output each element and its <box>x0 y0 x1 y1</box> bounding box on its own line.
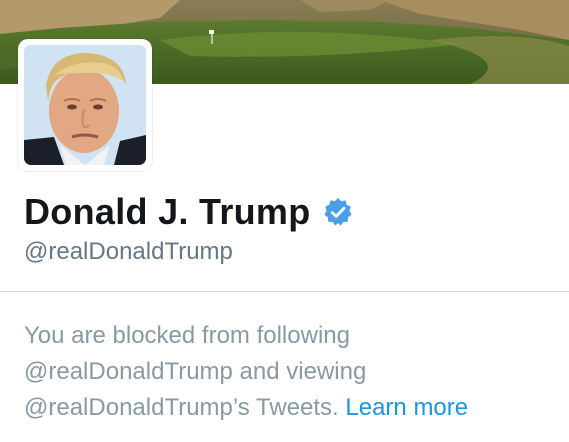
learn-more-link[interactable]: Learn more <box>345 394 468 421</box>
profile-page: Donald J. Trump @realDonaldTrump You are… <box>0 0 569 442</box>
blocked-notice-line-1: You are blocked from following <box>24 322 350 349</box>
verified-badge-icon <box>323 197 353 227</box>
blocked-notice-line-3-text: @realDonaldTrump’s Tweets. <box>24 394 339 421</box>
blocked-notice-line-3: @realDonaldTrump’s Tweets. Learn more <box>24 390 564 426</box>
avatar-photo <box>24 45 146 165</box>
profile-handle: @realDonaldTrump <box>24 238 233 265</box>
profile-display-name: Donald J. Trump <box>24 191 311 232</box>
profile-name-row: Donald J. Trump <box>24 190 353 234</box>
profile-avatar[interactable] <box>18 39 152 171</box>
blocked-notice-line-2: @realDonaldTrump and viewing <box>24 358 367 385</box>
blocked-notice: You are blocked from following @realDona… <box>24 318 564 426</box>
divider <box>0 291 569 292</box>
